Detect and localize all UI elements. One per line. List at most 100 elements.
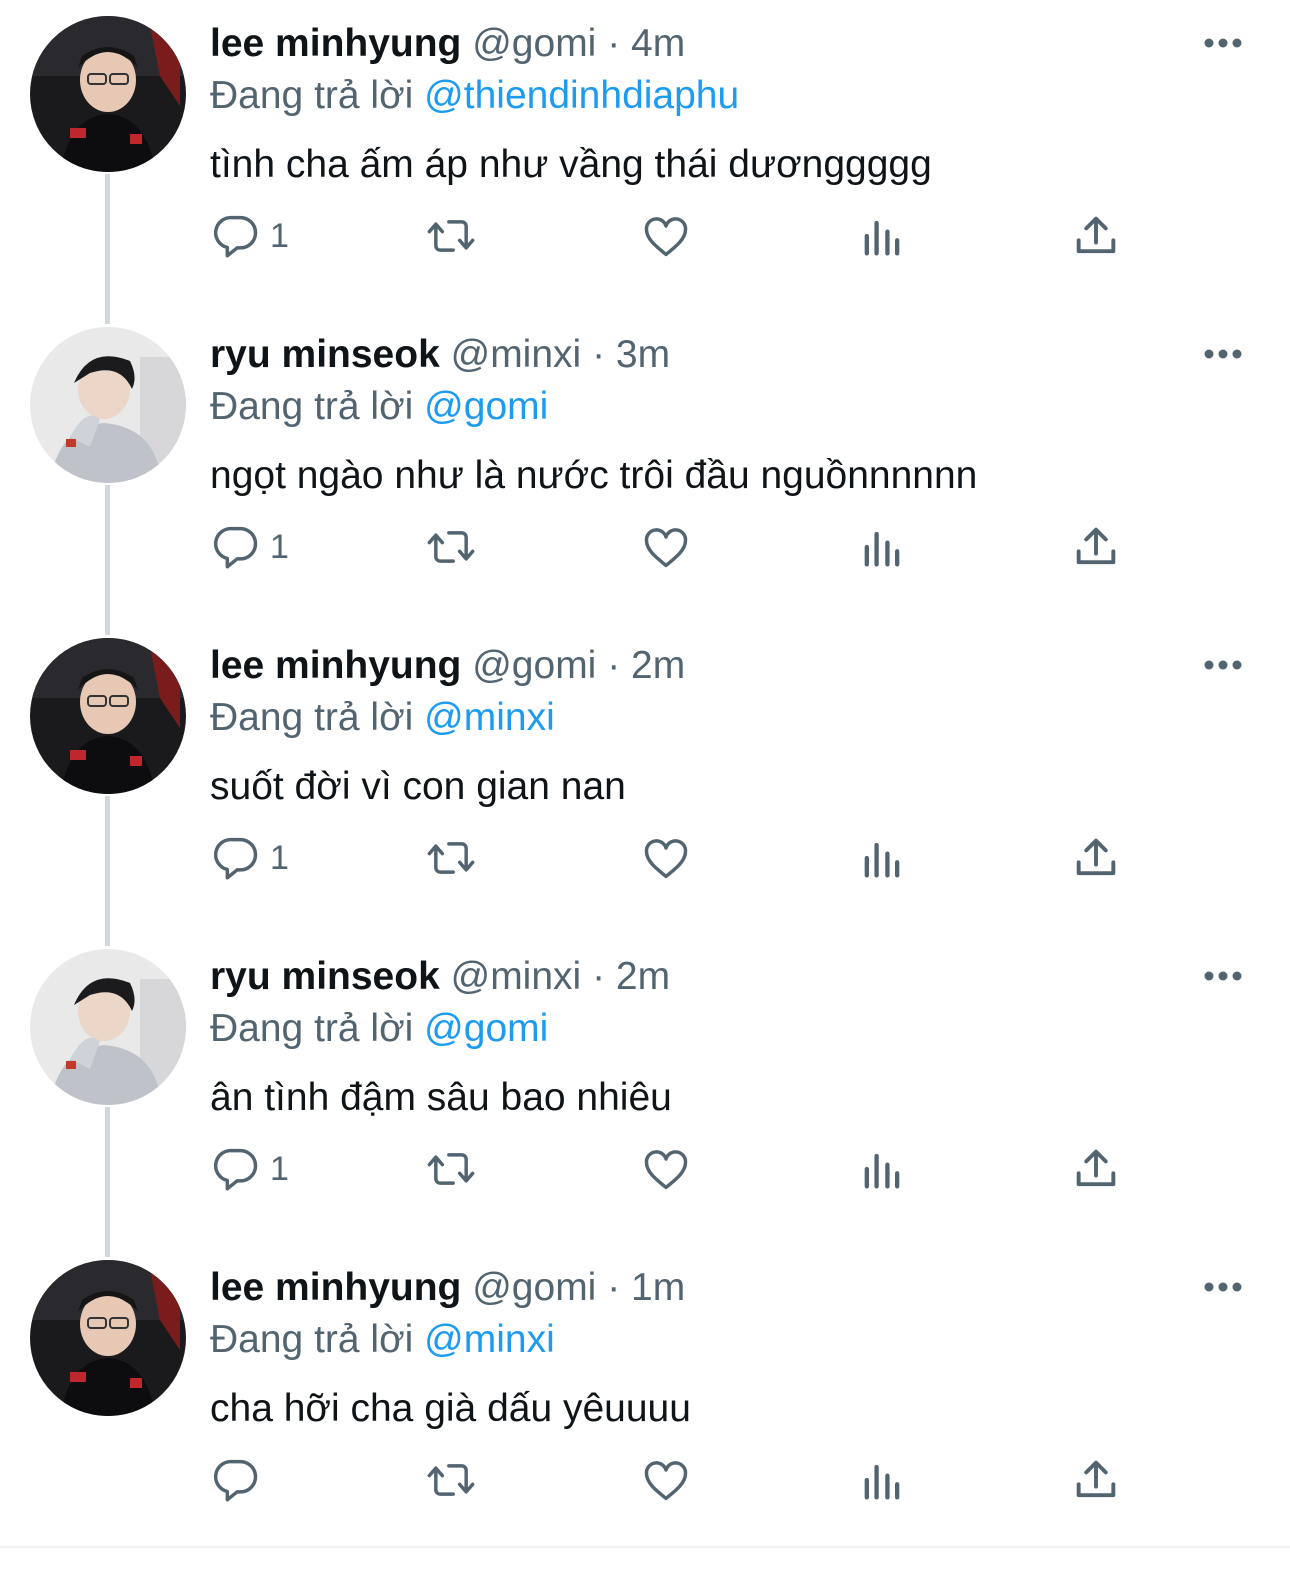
mention-link[interactable]: @thiendinhdiaphu — [424, 74, 739, 117]
display-name[interactable]: lee minhyung — [210, 22, 461, 65]
user-handle[interactable]: @minxi — [451, 333, 582, 376]
user-handle[interactable]: @gomi — [472, 22, 596, 65]
mention-link[interactable]: @minxi — [424, 1318, 555, 1361]
reply-icon — [213, 837, 258, 880]
more-options-button[interactable] — [1198, 18, 1248, 68]
timestamp[interactable]: 1m — [631, 1266, 685, 1309]
share-icon — [1076, 1149, 1116, 1187]
views-button[interactable] — [856, 1139, 908, 1199]
tweet[interactable]: lee minhyung @gomi · 2m Đang trả lời @mi… — [0, 622, 1290, 933]
tweet-text: tình cha ấm áp như vầng thái dươnggggg — [210, 143, 932, 186]
share-button[interactable] — [1070, 206, 1122, 266]
more-icon — [1204, 1282, 1242, 1292]
retweet-button[interactable] — [425, 517, 477, 577]
reply-icon — [213, 1148, 258, 1191]
avatar[interactable] — [30, 1260, 186, 1416]
user-handle[interactable]: @minxi — [451, 955, 582, 998]
user-handle[interactable]: @gomi — [472, 644, 596, 687]
reply-button[interactable]: 1 — [210, 206, 289, 266]
avatar-image-minxi — [30, 327, 186, 483]
views-icon — [864, 1153, 900, 1189]
tweet-header: ryu minseok @minxi · 3m — [210, 331, 670, 379]
mention-link[interactable]: @gomi — [424, 1007, 548, 1050]
share-button[interactable] — [1070, 1139, 1122, 1199]
separator-dot: · — [607, 644, 621, 687]
retweet-button[interactable] — [425, 206, 477, 266]
retweet-button[interactable] — [425, 1139, 477, 1199]
mention-link[interactable]: @minxi — [424, 696, 555, 739]
tweet[interactable]: ryu minseok @minxi · 2m Đang trả lời @go… — [0, 933, 1290, 1244]
like-button[interactable] — [640, 1450, 692, 1510]
reply-button[interactable] — [210, 1450, 270, 1510]
views-button[interactable] — [856, 828, 908, 888]
more-options-button[interactable] — [1198, 951, 1248, 1001]
display-name[interactable]: ryu minseok — [210, 333, 440, 376]
more-options-button[interactable] — [1198, 640, 1248, 690]
heart-icon — [644, 1461, 688, 1501]
share-icon — [1076, 216, 1116, 254]
separator-dot: · — [592, 955, 606, 998]
like-button[interactable] — [640, 828, 692, 888]
timestamp[interactable]: 2m — [631, 644, 685, 687]
reply-count: 1 — [270, 1149, 289, 1188]
tweet[interactable]: lee minhyung @gomi · 1m Đang trả lời @mi… — [0, 1244, 1290, 1555]
like-button[interactable] — [640, 1139, 692, 1199]
tweet-text: ân tình đậm sâu bao nhiêu — [210, 1076, 672, 1119]
avatar[interactable] — [30, 638, 186, 794]
tweet[interactable]: ryu minseok @minxi · 3m Đang trả lời @go… — [0, 311, 1290, 622]
more-icon — [1204, 660, 1242, 670]
views-icon — [864, 531, 900, 567]
share-button[interactable] — [1070, 1450, 1122, 1510]
more-icon — [1204, 971, 1242, 981]
heart-icon — [644, 528, 688, 568]
share-button[interactable] — [1070, 828, 1122, 888]
mention-link[interactable]: @gomi — [424, 385, 548, 428]
views-button[interactable] — [856, 517, 908, 577]
display-name[interactable]: lee minhyung — [210, 1266, 461, 1309]
avatar[interactable] — [30, 327, 186, 483]
views-icon — [864, 220, 900, 256]
conversation-thread: lee minhyung @gomi · 4m Đang trả lời @th… — [0, 0, 1290, 1572]
share-button[interactable] — [1070, 517, 1122, 577]
replying-to-label: Đang trả lời — [210, 385, 414, 428]
divider — [0, 1546, 1290, 1548]
reply-count: 1 — [270, 838, 289, 877]
more-options-button[interactable] — [1198, 329, 1248, 379]
more-options-button[interactable] — [1198, 1262, 1248, 1312]
reply-icon — [213, 526, 258, 569]
like-button[interactable] — [640, 206, 692, 266]
avatar[interactable] — [30, 949, 186, 1105]
display-name[interactable]: ryu minseok — [210, 955, 440, 998]
reply-count: 1 — [270, 527, 289, 566]
timestamp[interactable]: 4m — [631, 22, 685, 65]
share-icon — [1076, 838, 1116, 876]
replying-to-label: Đang trả lời — [210, 74, 414, 117]
replying-to: Đang trả lời @gomi — [210, 1005, 548, 1053]
avatar-image-gomi — [30, 1260, 186, 1416]
retweet-button[interactable] — [425, 1450, 477, 1510]
like-button[interactable] — [640, 517, 692, 577]
tweet[interactable]: lee minhyung @gomi · 4m Đang trả lời @th… — [0, 0, 1290, 311]
views-button[interactable] — [856, 1450, 908, 1510]
user-handle[interactable]: @gomi — [472, 1266, 596, 1309]
tweet-header: lee minhyung @gomi · 1m — [210, 1264, 685, 1312]
reply-icon — [213, 215, 258, 258]
replying-to: Đang trả lời @minxi — [210, 694, 555, 742]
reply-button[interactable]: 1 — [210, 828, 289, 888]
reply-button[interactable]: 1 — [210, 1139, 289, 1199]
views-icon — [864, 842, 900, 878]
retweet-icon — [427, 220, 475, 252]
timestamp[interactable]: 2m — [616, 955, 670, 998]
heart-icon — [644, 217, 688, 257]
reply-button[interactable]: 1 — [210, 517, 289, 577]
avatar[interactable] — [30, 16, 186, 172]
retweet-icon — [427, 1153, 475, 1185]
views-button[interactable] — [856, 206, 908, 266]
avatar-image-gomi — [30, 638, 186, 794]
replying-to-label: Đang trả lời — [210, 696, 414, 739]
display-name[interactable]: lee minhyung — [210, 644, 461, 687]
heart-icon — [644, 839, 688, 879]
separator-dot: · — [607, 22, 621, 65]
timestamp[interactable]: 3m — [616, 333, 670, 376]
retweet-button[interactable] — [425, 828, 477, 888]
